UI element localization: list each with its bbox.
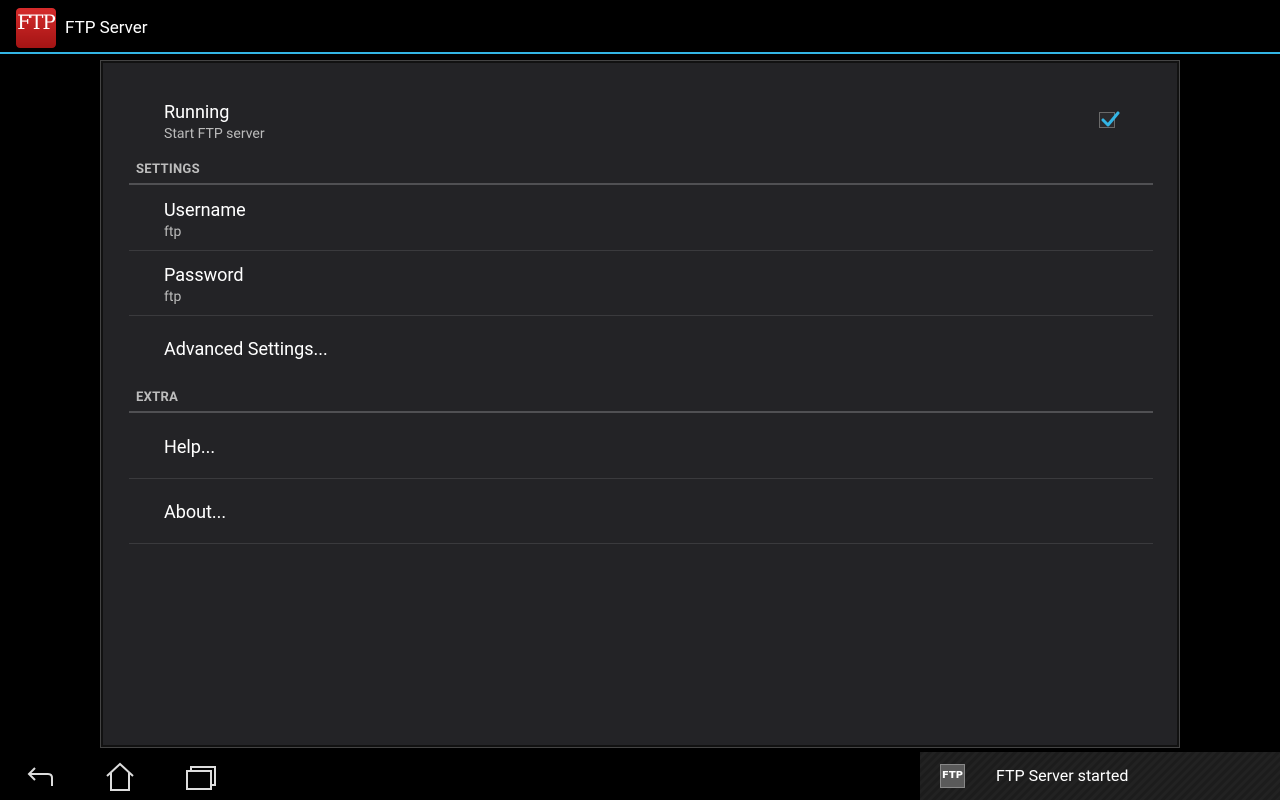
recents-icon xyxy=(186,766,216,790)
back-button[interactable] xyxy=(16,760,64,794)
divider xyxy=(129,315,1153,316)
status-notification[interactable]: FTP FTP Server started xyxy=(920,752,1280,800)
notification-text: FTP Server started xyxy=(996,766,1129,785)
divider xyxy=(129,543,1153,544)
home-button[interactable] xyxy=(96,760,144,794)
action-bar: FTP FTP Server xyxy=(0,0,1280,54)
recent-apps-button[interactable] xyxy=(176,760,224,794)
pref-username-summary: ftp xyxy=(164,224,182,240)
category-extra: EXTRA xyxy=(136,390,179,405)
pref-advanced-title: Advanced Settings... xyxy=(164,339,328,360)
app-title: FTP Server xyxy=(65,18,148,38)
pref-running-title: Running xyxy=(164,102,230,123)
preferences-panel: Running Start FTP server SETTINGS Userna… xyxy=(100,60,1180,748)
pref-help-title: Help... xyxy=(164,437,216,458)
back-icon xyxy=(27,767,53,786)
pref-password-summary: ftp xyxy=(164,289,182,305)
home-icon xyxy=(106,762,134,791)
ftp-notification-icon: FTP xyxy=(940,764,965,788)
category-divider xyxy=(129,183,1153,185)
category-divider xyxy=(129,411,1153,413)
category-settings: SETTINGS xyxy=(136,162,200,177)
ftp-app-icon[interactable]: FTP xyxy=(16,8,56,48)
pref-password-title: Password xyxy=(164,265,244,286)
checkmark-icon xyxy=(1101,111,1120,127)
divider xyxy=(129,250,1153,251)
app-icon-text: FTP xyxy=(17,10,56,34)
pref-running-summary: Start FTP server xyxy=(164,126,265,142)
divider xyxy=(129,478,1153,479)
pref-username-title: Username xyxy=(164,200,246,221)
pref-about-title: About... xyxy=(164,502,227,523)
running-checkbox[interactable] xyxy=(1099,111,1120,128)
